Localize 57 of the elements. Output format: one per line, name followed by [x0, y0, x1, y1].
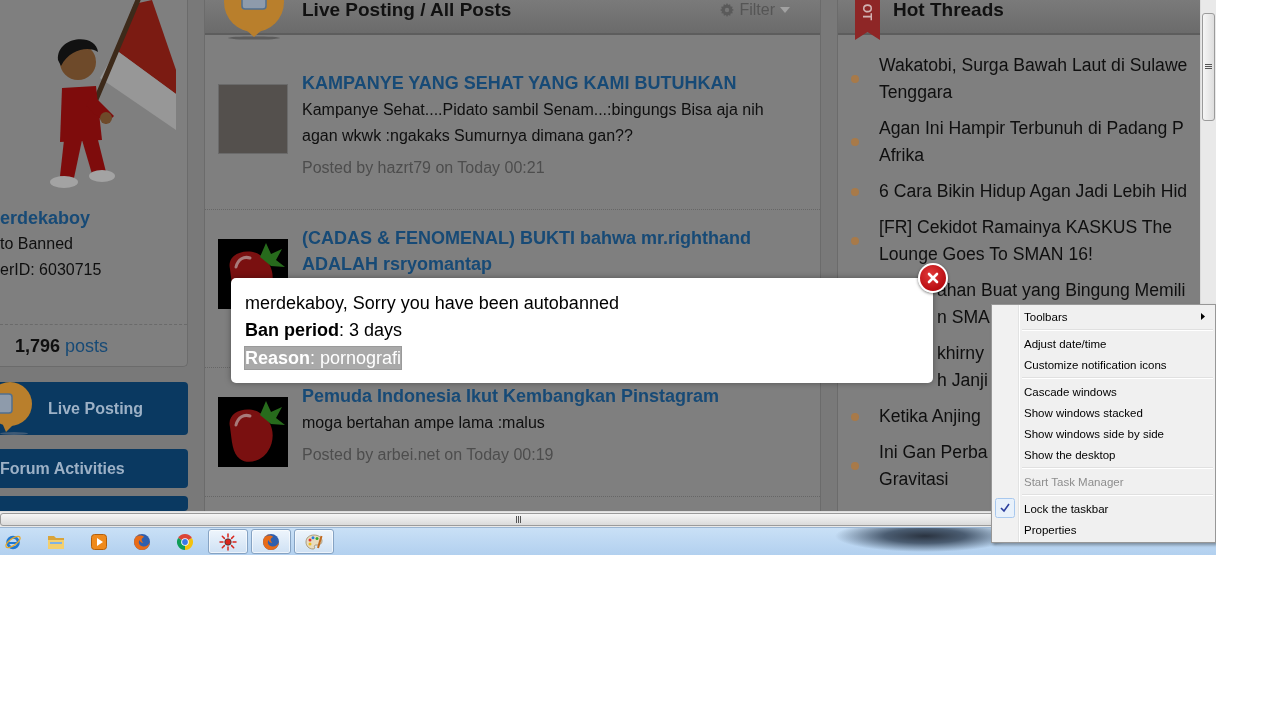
globe-icon	[133, 532, 151, 551]
sidebar-button[interactable]: Live Posting	[0, 382, 188, 435]
thread-link[interactable]: Ketika Anjing	[879, 403, 981, 430]
taskbar-button[interactable]	[133, 532, 151, 551]
user-rank: to Banned	[0, 234, 73, 254]
palette-icon	[305, 532, 323, 551]
taskbar-button[interactable]	[176, 532, 194, 551]
dialog-text: Ban period: 3 days	[245, 319, 403, 342]
strawberry-avatar	[218, 397, 288, 467]
bullet-icon	[851, 412, 859, 421]
image-placeholder	[218, 84, 288, 154]
dialog-text: Reason: pornografi	[245, 347, 402, 369]
thread-link[interactable]: Wakatobi, Surga Bawah Laut di Sulawe Tenggara	[879, 52, 1188, 106]
menu-item[interactable]: Properties	[994, 519, 1213, 540]
caret-icon	[780, 7, 790, 13]
checkmark-icon	[995, 498, 1015, 518]
thread-link[interactable]: Agan Ini Hampir Terbunuh di Padang P Afrika	[879, 115, 1184, 169]
thread-link[interactable]: 6 Cara Bikin Hidup Agan Jadi Lebih Hid	[879, 178, 1188, 205]
play-icon	[90, 532, 108, 551]
bullet-icon	[851, 138, 859, 146]
menu-item[interactable]: Show windows side by side	[994, 423, 1213, 444]
close-icon	[927, 272, 939, 284]
starburst-icon	[219, 532, 237, 551]
taskbar-button[interactable]	[208, 529, 248, 554]
menu-item[interactable]: Show windows stacked	[994, 402, 1213, 423]
taskbar-button[interactable]	[251, 529, 291, 554]
menu-item[interactable]: Cascade windows	[994, 381, 1213, 402]
taskbar-button[interactable]	[294, 529, 334, 554]
dialog-text: merdekaboy, Sorry you have been autobanned	[245, 292, 619, 315]
menu-item[interactable]: Lock the taskbar	[994, 498, 1213, 519]
thread-link[interactable]: [FR] Cekidot Ramainya KASKUS The Lounge Goes To SMAN 16!	[879, 214, 1173, 268]
taskbar-button[interactable]	[90, 532, 108, 551]
globe-icon	[262, 532, 280, 551]
submenu-arrow-icon	[1201, 313, 1205, 320]
gear-icon	[720, 3, 735, 17]
post-count: 1,796	[15, 335, 61, 358]
user-id: erID: 6030715	[0, 260, 102, 280]
scrollbar-thumb[interactable]	[1202, 13, 1215, 121]
post-excerpt: Kampanye Sehat....Pidato sambil Senam...:bingungs Bisa aja nih agan wkwk :ngakaks Sumurnya dimana gan??	[302, 100, 765, 146]
grip-icon	[1205, 64, 1212, 70]
panel-title: Live Posting / All Posts	[302, 0, 512, 20]
menu-item[interactable]: Adjust date/time	[994, 333, 1213, 354]
bullet-icon	[851, 237, 859, 245]
thread-link[interactable]: Ini Gan Perba Gravitasi	[879, 439, 988, 493]
menu-item[interactable]: Toolbars	[994, 306, 1213, 327]
bullet-icon	[851, 75, 859, 83]
grip-icon	[516, 516, 522, 523]
segmented-circle-icon	[176, 532, 194, 551]
bullet-icon	[851, 462, 859, 470]
bookmark-ribbon: OT	[855, 0, 880, 40]
menu-item[interactable]: Show the desktop	[994, 444, 1213, 465]
sidebar-button[interactable]: Forum Activities	[0, 449, 188, 488]
thread-link[interactable]: khirny h Janji	[937, 340, 988, 394]
post-excerpt: moga bertahan ampe lama :malus	[302, 413, 545, 433]
bullet-icon	[851, 187, 859, 196]
menu-item[interactable]: Customize notification icons	[994, 354, 1213, 375]
panel-title: Hot Threads	[893, 0, 1004, 20]
